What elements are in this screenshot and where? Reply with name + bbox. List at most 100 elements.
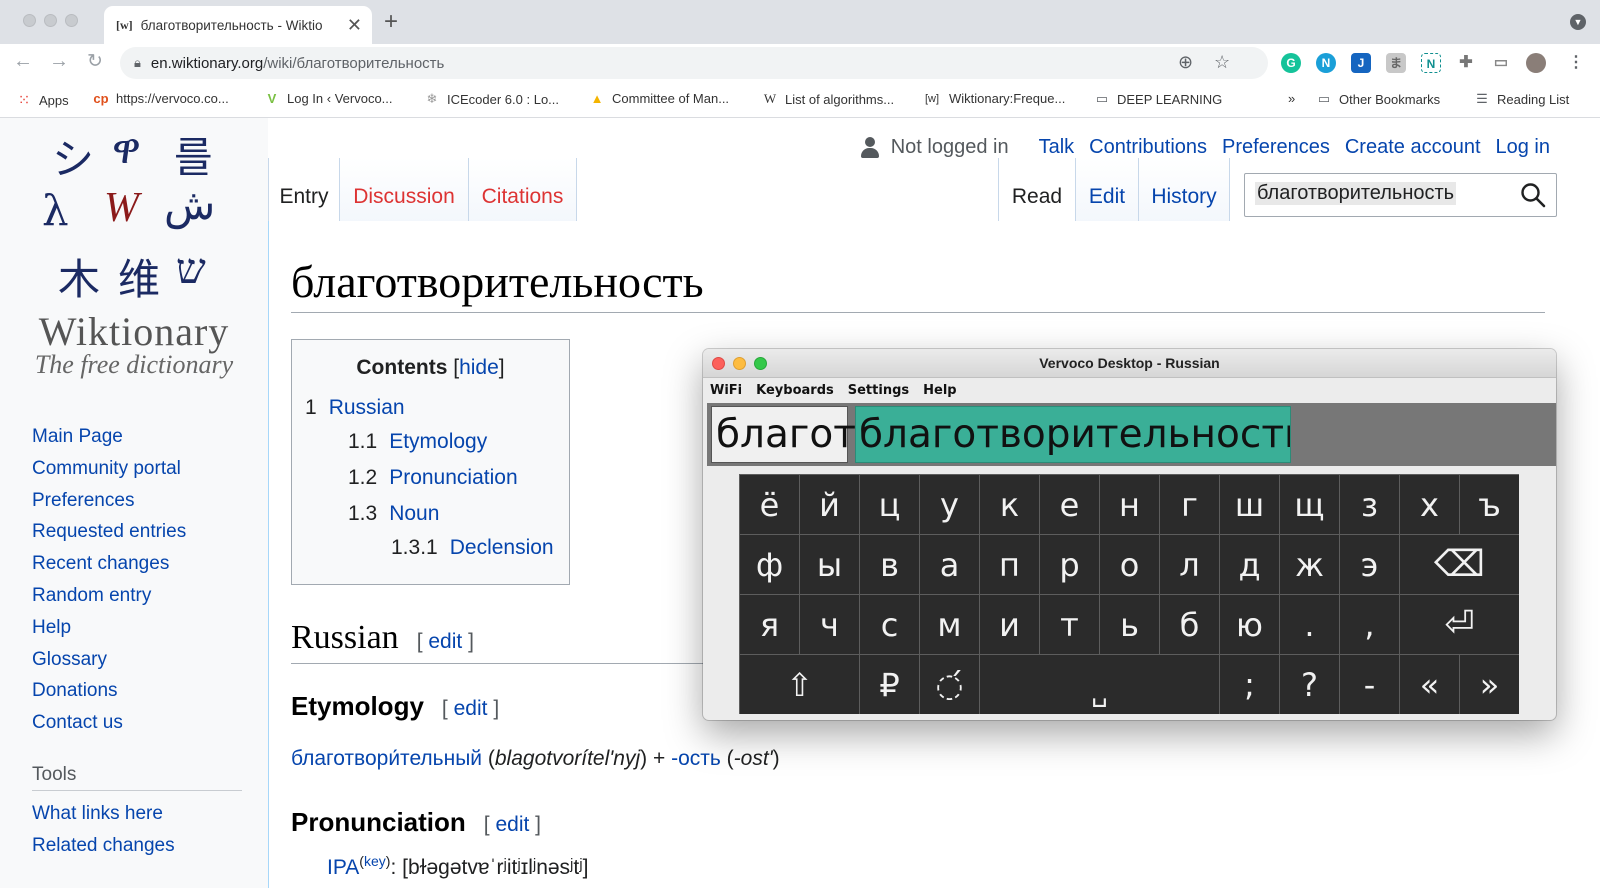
key-о[interactable]: о <box>1100 535 1159 594</box>
key-;[interactable]: ; <box>1220 655 1279 714</box>
key-г[interactable]: г <box>1160 475 1219 534</box>
key-?[interactable]: ? <box>1280 655 1339 714</box>
key-ц[interactable]: ц <box>860 475 919 534</box>
typed-text-field[interactable]: благот <box>711 406 856 463</box>
grammarly-extension-icon[interactable]: G <box>1281 53 1301 73</box>
etymology-link-suffix[interactable]: -ость <box>671 747 721 770</box>
key-с[interactable]: с <box>860 595 919 654</box>
bracket-n-extension-icon[interactable]: N <box>1421 53 1441 73</box>
key-р[interactable]: р <box>1040 535 1099 594</box>
tab-discussion[interactable]: Discussion <box>339 158 468 222</box>
j-extension-icon[interactable]: J <box>1351 53 1371 73</box>
reload-icon[interactable]: ↻ <box>82 50 108 73</box>
wiktionary-logo[interactable]: シ ዋ 를 λ W ش 木 维 ש Wiktionary The free di… <box>0 118 268 388</box>
search-icon[interactable] <box>1520 182 1546 208</box>
sidebar-item-preferences[interactable]: Preferences <box>32 485 186 517</box>
search-query-text[interactable]: благотворительность <box>1255 182 1457 205</box>
window-minimize-button[interactable] <box>44 14 57 27</box>
space-key[interactable]: ␣ <box>980 655 1219 714</box>
browser-tab[interactable]: [w] благотворительность - Wiktio ✕ <box>104 6 372 44</box>
cast-icon[interactable]: ▭ <box>1491 53 1511 73</box>
bookmarks-overflow-button[interactable]: » <box>1288 91 1295 106</box>
sidebar-item-help[interactable]: Help <box>32 612 186 644</box>
key-»[interactable]: » <box>1460 655 1519 714</box>
toc-item-pronunciation[interactable]: 1.2 Pronunciation <box>348 466 518 490</box>
enter-key[interactable]: ⏎ <box>1400 595 1519 654</box>
sidebar-item-related-changes[interactable]: Related changes <box>32 830 175 862</box>
preferences-link[interactable]: Preferences <box>1222 136 1330 159</box>
key-в[interactable]: в <box>860 535 919 594</box>
key-ш[interactable]: ш <box>1220 475 1279 534</box>
toc-item-declension[interactable]: 1.3.1 Declension <box>391 536 554 560</box>
key-ы[interactable]: ы <box>800 535 859 594</box>
key-ж[interactable]: ж <box>1280 535 1339 594</box>
backspace-key[interactable]: ⌫ <box>1400 535 1519 594</box>
key-з[interactable]: з <box>1340 475 1399 534</box>
key-м[interactable]: м <box>920 595 979 654</box>
ipa-link[interactable]: IPA <box>327 856 359 879</box>
sidebar-item-random-entry[interactable]: Random entry <box>32 580 186 612</box>
key-й[interactable]: й <box>800 475 859 534</box>
edit-link[interactable]: edit <box>454 697 488 720</box>
edit-link[interactable]: edit <box>428 630 462 653</box>
toc-hide-link[interactable]: hide <box>459 356 499 379</box>
key-э[interactable]: э <box>1340 535 1399 594</box>
stress-accent-key[interactable]: ◌́ <box>920 655 979 714</box>
menu-wifi[interactable]: WiFi <box>710 383 742 398</box>
sidebar-item-community-portal[interactable]: Community portal <box>32 453 186 485</box>
key-«[interactable]: « <box>1400 655 1459 714</box>
tab-edit[interactable]: Edit <box>1075 158 1138 222</box>
browser-menu-icon[interactable]: ⋮ <box>1566 53 1586 73</box>
key-у[interactable]: у <box>920 475 979 534</box>
bookmark-star-icon[interactable]: ☆ <box>1214 52 1230 73</box>
key-т[interactable]: т <box>1040 595 1099 654</box>
shift-key[interactable]: ⇧ <box>740 655 859 714</box>
key-а[interactable]: а <box>920 535 979 594</box>
tab-search-chevron-icon[interactable]: ▼ <box>1570 14 1586 30</box>
menu-keyboards[interactable]: Keyboards <box>756 383 834 398</box>
key-е[interactable]: е <box>1040 475 1099 534</box>
translate-extension-icon[interactable]: ま <box>1386 53 1406 73</box>
zoom-icon[interactable]: ⊕ <box>1178 52 1193 73</box>
key-н[interactable]: н <box>1100 475 1159 534</box>
ipa-key-link[interactable]: key <box>364 853 386 869</box>
toc-item-noun[interactable]: 1.3 Noun <box>348 502 439 526</box>
window-close-button[interactable] <box>23 14 36 27</box>
key-,[interactable]: , <box>1340 595 1399 654</box>
reading-list-button[interactable]: ☰ Reading List <box>1474 91 1569 107</box>
key-я[interactable]: я <box>740 595 799 654</box>
bookmark-icecoder[interactable]: ❄ ICEcoder 6.0 : Lo... <box>424 91 559 107</box>
tab-history[interactable]: History <box>1138 158 1230 222</box>
profile-avatar[interactable] <box>1526 53 1546 73</box>
bookmark-apps[interactable]: ⁙ Apps <box>16 91 69 109</box>
vervoco-titlebar[interactable]: Vervoco Desktop - Russian <box>703 349 1556 378</box>
log-in-link[interactable]: Log in <box>1496 136 1551 159</box>
bookmark-deep-learning[interactable]: ▭ DEEP LEARNING <box>1094 91 1222 107</box>
sidebar-item-donations[interactable]: Donations <box>32 675 186 707</box>
toc-item-russian[interactable]: 1 Russian <box>305 396 405 420</box>
key--[interactable]: - <box>1340 655 1399 714</box>
puzzle-extensions-icon[interactable]: ✚ <box>1456 53 1476 73</box>
etymology-link-word[interactable]: благотвори́тельный <box>291 747 482 770</box>
window-zoom-button[interactable] <box>65 14 78 27</box>
sidebar-tools-heading[interactable]: Tools <box>32 764 76 786</box>
wiki-search-input[interactable]: благотворительность <box>1244 173 1557 217</box>
key-ё[interactable]: ё <box>740 475 799 534</box>
bookmark-vervoco[interactable]: cp https://vervoco.co... <box>93 91 228 106</box>
key-ъ[interactable]: ъ <box>1460 475 1519 534</box>
new-tab-button[interactable]: + <box>384 8 398 36</box>
tab-entry[interactable]: Entry <box>268 158 339 222</box>
menu-help[interactable]: Help <box>923 383 956 398</box>
tab-close-icon[interactable]: ✕ <box>347 15 362 36</box>
sidebar-item-contact-us[interactable]: Contact us <box>32 707 186 739</box>
tab-read[interactable]: Read <box>998 158 1075 222</box>
key-л[interactable]: л <box>1160 535 1219 594</box>
sidebar-item-recent-changes[interactable]: Recent changes <box>32 548 186 580</box>
key-п[interactable]: п <box>980 535 1039 594</box>
bookmark-committee[interactable]: ▲ Committee of Man... <box>589 91 729 106</box>
address-bar[interactable]: 🔒︎ en.wiktionary.org/wiki/благотворитель… <box>120 47 1268 79</box>
key-щ[interactable]: щ <box>1280 475 1339 534</box>
key-ю[interactable]: ю <box>1220 595 1279 654</box>
bookmark-login-vervoco[interactable]: V Log In ‹ Vervoco... <box>264 91 393 106</box>
tab-citations[interactable]: Citations <box>468 158 577 222</box>
